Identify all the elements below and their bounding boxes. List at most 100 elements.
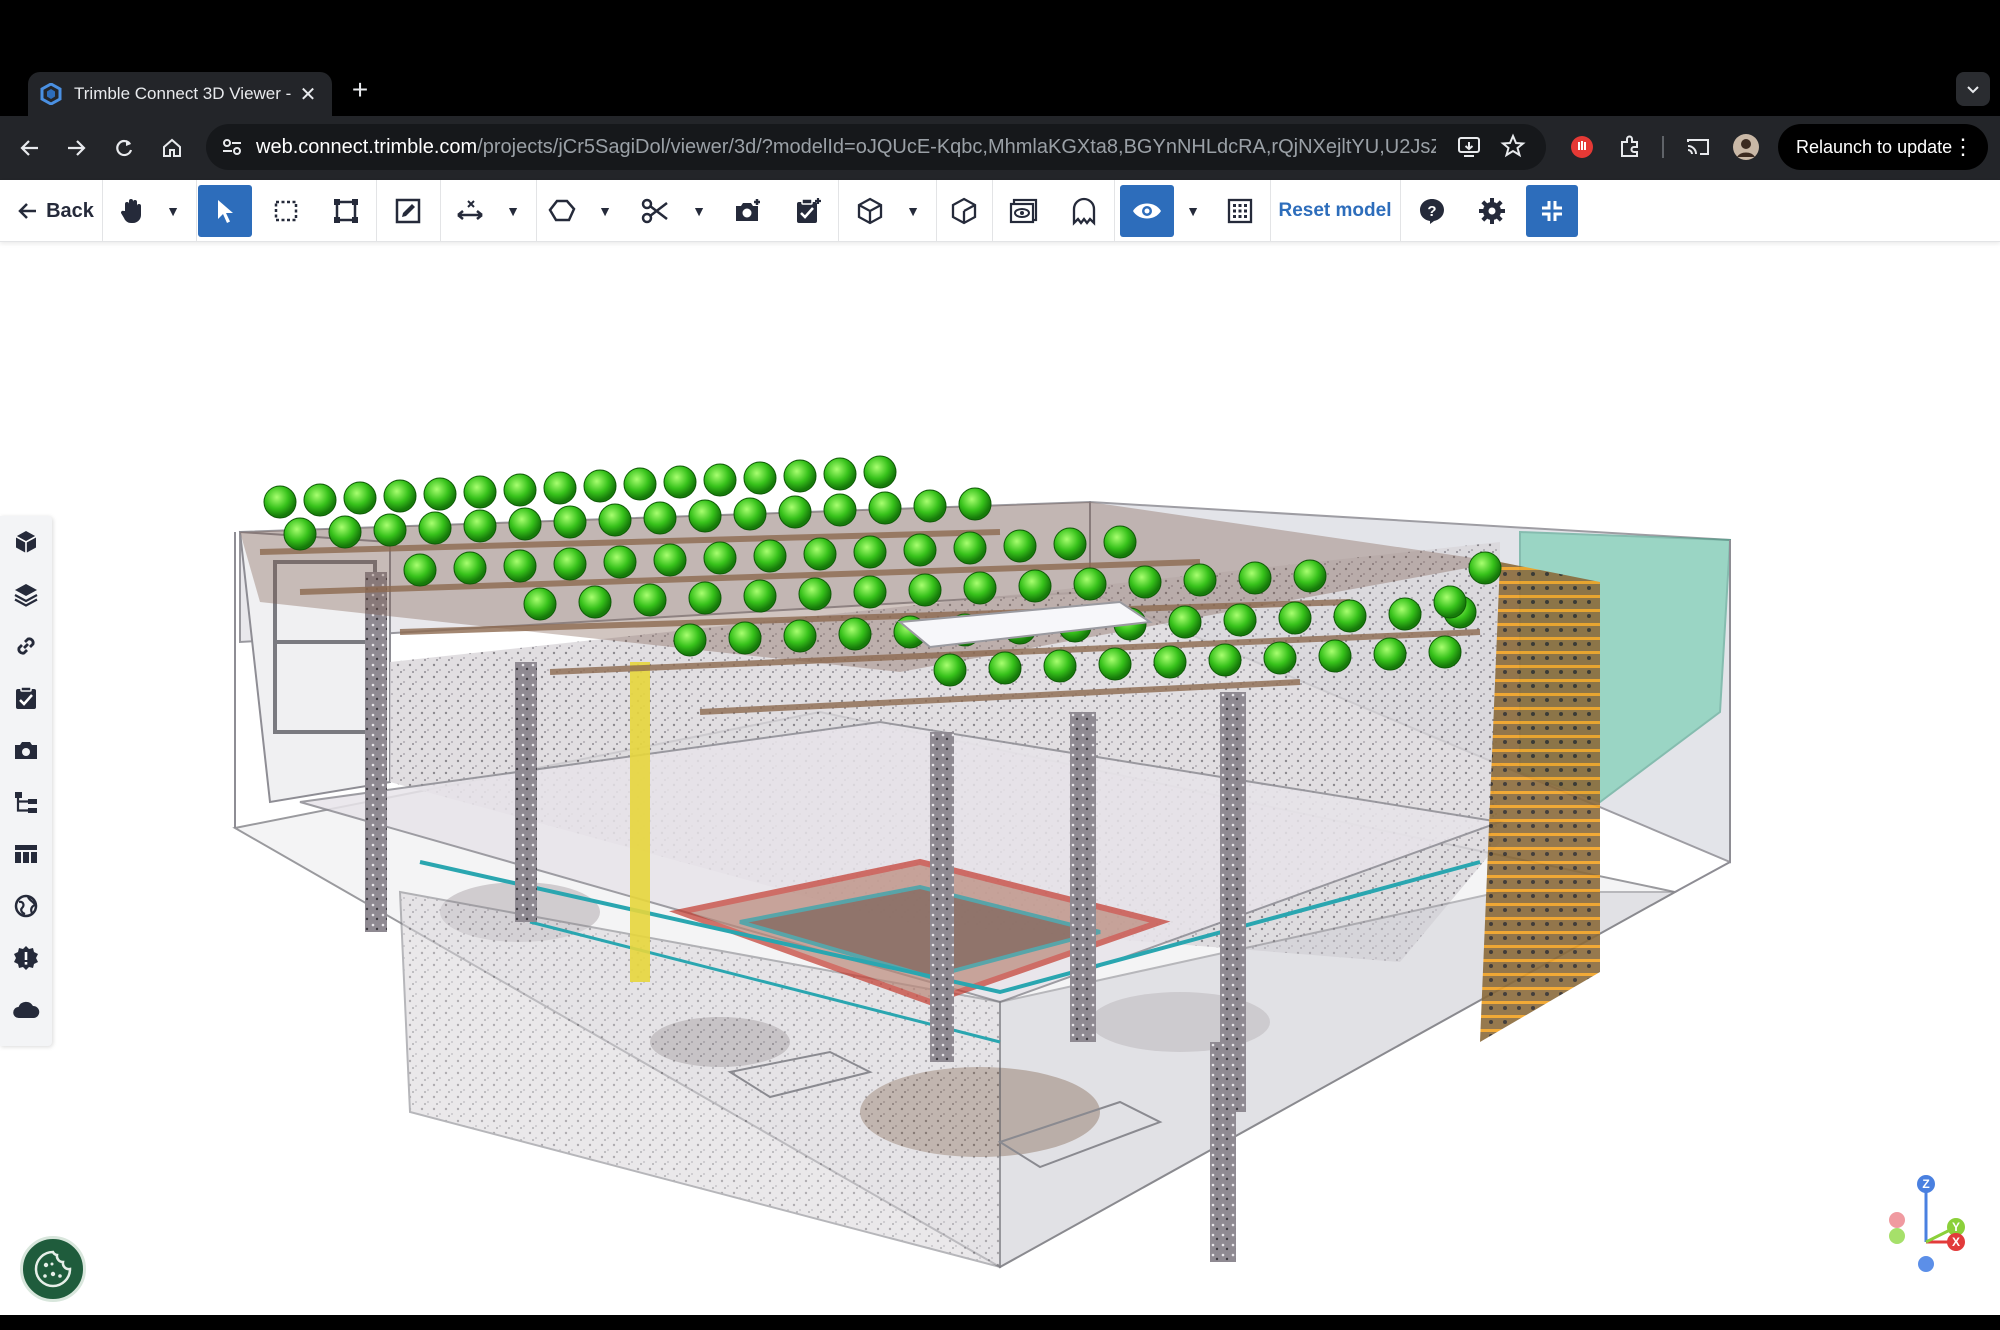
select-tool-button[interactable] xyxy=(198,185,252,237)
cube-solid-icon xyxy=(15,531,37,553)
views-panel-button[interactable] xyxy=(10,734,42,766)
shape-tool-button[interactable] xyxy=(542,185,582,237)
caret-down-icon: ▼ xyxy=(166,203,180,219)
add-todo-button[interactable] xyxy=(786,185,830,237)
caret-down-icon: ▼ xyxy=(598,203,612,219)
relaunch-to-update-button[interactable]: Relaunch to update ⋮ xyxy=(1778,124,1988,170)
tab-close-icon[interactable]: ✕ xyxy=(296,82,320,107)
trimble-viewer-app: Z Y X Back ▼ ▼ ▼ ▼ ▼ ▼ Reset model ? xyxy=(0,180,2000,1315)
reload-button[interactable] xyxy=(106,130,142,166)
point-cloud-button[interactable] xyxy=(1218,185,1262,237)
profile-avatar[interactable] xyxy=(1730,131,1762,163)
svg-text:?: ? xyxy=(1427,203,1436,220)
hide-selected-button[interactable] xyxy=(1000,185,1048,237)
axis-gizmo[interactable]: Z Y X xyxy=(1880,1172,1990,1272)
ghost-icon xyxy=(1072,197,1096,226)
shape-tool-dropdown[interactable]: ▼ xyxy=(590,185,620,237)
cast-icon xyxy=(1687,139,1709,155)
extensions-button[interactable] xyxy=(1614,131,1646,163)
pan-tool-button[interactable] xyxy=(112,185,152,237)
camera-add-icon xyxy=(736,199,760,221)
toolbar-separator xyxy=(992,180,993,242)
eye-icon xyxy=(1133,203,1161,219)
snapshot-button[interactable] xyxy=(726,185,770,237)
url-host: web.connect.trimble.com xyxy=(256,136,478,158)
link-icon xyxy=(17,637,35,655)
settings-button[interactable] xyxy=(1470,185,1514,237)
layers-icon xyxy=(14,584,38,607)
3d-viewport[interactable]: Z Y X xyxy=(0,242,2000,1315)
clip-tool-dropdown[interactable]: ▼ xyxy=(684,185,714,237)
pan-tool-dropdown[interactable]: ▼ xyxy=(158,185,188,237)
toolbar-separator xyxy=(1114,180,1115,242)
cloud-icon xyxy=(13,1001,40,1019)
visibility-dropdown[interactable]: ▼ xyxy=(1178,185,1208,237)
visibility-button[interactable] xyxy=(1120,185,1174,237)
cookie-settings-button[interactable] xyxy=(20,1236,86,1302)
back-button[interactable]: Back xyxy=(12,185,98,237)
markup-button[interactable] xyxy=(386,185,430,237)
help-button[interactable]: ? xyxy=(1410,185,1454,237)
view-mode-dropdown[interactable]: ▼ xyxy=(898,185,928,237)
browser-tab-strip: Trimble Connect 3D Viewer - ✕ + xyxy=(0,0,2000,116)
browser-tab[interactable]: Trimble Connect 3D Viewer - ✕ xyxy=(28,72,332,116)
back-nav-button[interactable] xyxy=(12,130,48,166)
object-tree-panel-button[interactable] xyxy=(10,786,42,818)
forward-nav-button[interactable] xyxy=(58,130,94,166)
fit-frame-icon xyxy=(334,199,358,223)
eye-box-icon xyxy=(1009,198,1038,224)
url-path: /projects/jCr5SagiDol/viewer/3d/?modelId… xyxy=(477,136,1436,158)
arrow-left-icon xyxy=(20,140,38,156)
models-panel-button[interactable] xyxy=(10,526,42,558)
axis-x-label: X xyxy=(1952,1235,1960,1249)
measure-button[interactable] xyxy=(450,185,490,237)
view-mode-button[interactable] xyxy=(848,185,892,237)
toolbar-separator xyxy=(1400,180,1401,242)
area-select-button[interactable] xyxy=(264,185,308,237)
measure-icon xyxy=(457,200,483,220)
new-tab-button[interactable]: + xyxy=(346,76,374,104)
ghost-mode-button[interactable] xyxy=(1060,185,1108,237)
axis-z-label: Z xyxy=(1922,1177,1929,1191)
toolbar-separator xyxy=(536,180,537,242)
fit-to-view-button[interactable] xyxy=(324,185,368,237)
exit-fullscreen-button[interactable] xyxy=(1526,185,1578,237)
reset-model-label: Reset model xyxy=(1278,200,1392,221)
trimble-favicon-icon xyxy=(40,83,62,105)
explorer-panel-button[interactable] xyxy=(10,890,42,922)
reset-model-button[interactable]: Reset model xyxy=(1276,185,1394,237)
clip-tool-button[interactable] xyxy=(634,185,676,237)
tree-icon xyxy=(15,792,37,813)
cast-button[interactable] xyxy=(1682,131,1714,163)
properties-table-button[interactable] xyxy=(10,838,42,870)
todos-panel-button[interactable] xyxy=(10,682,42,714)
globe-icon xyxy=(14,894,38,918)
more-vert-icon[interactable]: ⋮ xyxy=(1952,134,1974,160)
cloud-panel-button[interactable] xyxy=(10,994,42,1026)
site-settings-icon[interactable] xyxy=(220,135,244,159)
3d-model-render[interactable] xyxy=(0,242,2000,1315)
clash-panel-button[interactable] xyxy=(10,942,42,974)
cookie-icon xyxy=(34,1250,72,1288)
screen: Trimble Connect 3D Viewer - ✕ + web.conn… xyxy=(0,0,2000,1330)
toolbar-separator xyxy=(440,180,441,242)
install-app-icon[interactable] xyxy=(1456,134,1482,160)
gear-icon xyxy=(1479,198,1505,224)
address-bar[interactable]: web.connect.trimble.com/projects/jCr5Sag… xyxy=(206,124,1546,170)
transparency-button[interactable] xyxy=(942,185,986,237)
toolbar-separator xyxy=(936,180,937,242)
cube-outline-icon xyxy=(951,197,977,225)
home-button[interactable] xyxy=(154,130,190,166)
measure-dropdown[interactable]: ▼ xyxy=(498,185,528,237)
bookmark-star-icon[interactable] xyxy=(1500,133,1526,159)
caret-down-icon: ▼ xyxy=(692,203,706,219)
tab-search-button[interactable] xyxy=(1956,72,1990,106)
layers-panel-button[interactable] xyxy=(10,578,42,610)
extension-red-icon[interactable] xyxy=(1566,131,1598,163)
home-icon xyxy=(163,138,181,157)
viewer-toolbar: Back ▼ ▼ ▼ ▼ ▼ ▼ Reset model ? xyxy=(0,180,2000,242)
alert-badge-icon xyxy=(14,946,38,970)
table-icon xyxy=(15,845,37,863)
links-panel-button[interactable] xyxy=(10,630,42,662)
arrow-right-icon xyxy=(68,140,86,156)
